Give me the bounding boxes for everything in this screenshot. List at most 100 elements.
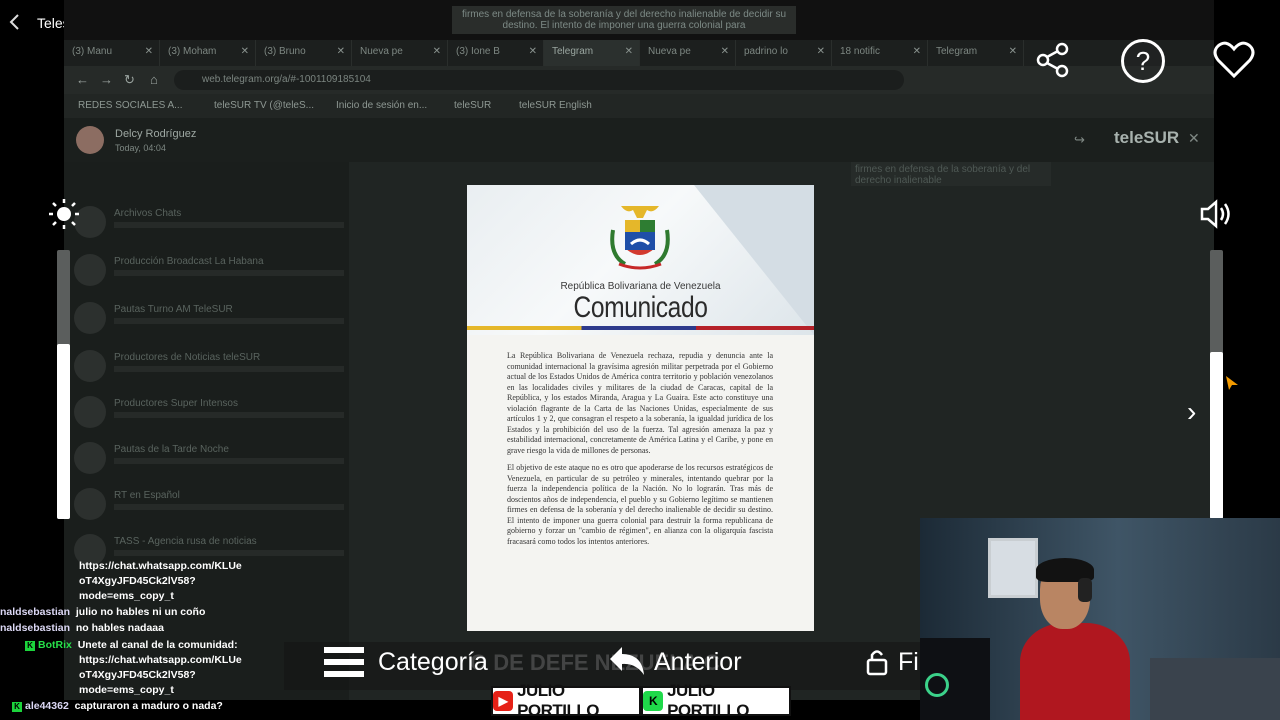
chat-preview [114,222,344,228]
stream-chat-overlay: https://chat.whatsapp.com/KLUe oT4XgyJFD… [0,558,330,720]
telesur-logo: teleSUR [1114,128,1180,147]
chat-username: naldsebastian [0,606,71,618]
tab-7[interactable]: Nueva pe ✕ [640,40,736,66]
forward-arrow-icon[interactable]: → [100,72,113,87]
close-icon[interactable]: ✕ [241,46,249,66]
close-icon[interactable]: ✕ [817,46,825,66]
bookmark-telesur-tv[interactable]: teleSUR TV (@teleS... [214,100,314,111]
youtube-brand: ▶ JULIO PORTILLO [491,681,641,720]
chat-name: Productores Super Intensos [114,398,238,409]
media-viewer-header: Delcy Rodríguez Today, 04:04 ↪ teleSUR ✕ [64,118,1214,162]
close-icon[interactable]: ✕ [337,46,345,66]
share-icon[interactable] [1036,42,1070,78]
category-label: Categoría [378,647,488,676]
chat-preview [114,318,344,324]
chat-preview [114,270,344,276]
url-bar[interactable]: web.telegram.org/a/#-1001109185104 [174,70,904,90]
chat-line: K BotRix Unete al canal de la comunidad: [25,639,238,651]
avatar [74,396,106,428]
back-arrow-icon[interactable]: ← [76,72,89,87]
help-icon[interactable]: ? [1121,39,1165,83]
volume-slider[interactable] [1210,250,1223,519]
chat-preview [114,504,344,510]
fi-button[interactable]: Fi [866,644,919,680]
message-time: Today, 04:04 [115,143,166,153]
back-icon[interactable] [8,12,22,32]
chat-text: https://chat.whatsapp.com/KLUe [79,654,242,666]
list-item[interactable]: Pautas de la Tarde Noche [74,440,344,480]
chat-line: oT4XgyJFD45Ck2lV58? [79,669,196,681]
avatar [76,126,104,154]
brightness-slider-fill [57,344,70,519]
tab-label: (3) Ione B [456,46,500,57]
tab-3[interactable]: (3) Bruno ✕ [256,40,352,66]
document-paragraph: La República Bolivariana de Venezuela re… [507,351,773,455]
close-icon[interactable]: ✕ [1009,46,1017,66]
close-icon[interactable]: ✕ [145,46,153,66]
close-icon[interactable]: ✕ [625,46,633,66]
close-icon[interactable]: ✕ [913,46,921,66]
document-body: La República Bolivariana de Venezuela re… [507,351,773,554]
chat-line: mode=ems_copy_t [79,684,174,696]
menu-icon [324,647,364,677]
avatar [74,442,106,474]
bookmark-telesur[interactable]: teleSUR [454,100,491,111]
reload-icon[interactable]: ↻ [124,72,135,88]
category-button[interactable]: Categoría [324,644,488,680]
tab-10[interactable]: Telegram ✕ [928,40,1024,66]
home-icon[interactable]: ⌂ [150,72,158,87]
kick-badge-icon: K [25,641,35,651]
volume-icon[interactable] [1198,196,1234,232]
previous-button[interactable]: Anterior [606,644,742,680]
tab-4[interactable]: Nueva pe ✕ [352,40,448,66]
mouse-cursor-icon [1226,376,1238,390]
chat-name: Pautas de la Tarde Noche [114,444,229,455]
chevron-right-icon[interactable]: › [1187,396,1196,428]
forward-icon[interactable]: ↪ [1074,132,1085,148]
brightness-slider[interactable] [57,250,70,519]
tab-label: padrino lo [744,46,788,57]
tab-2[interactable]: (3) Moham ✕ [160,40,256,66]
close-icon[interactable]: ✕ [529,46,537,66]
list-item[interactable]: Productores de Noticias teleSUR [74,348,344,388]
kick-brand: K JULIO PORTILLO [641,681,791,720]
document-title: Comunicado [573,291,708,324]
bookmark-redes[interactable]: REDES SOCIALES A... [78,100,182,111]
webcam-person-shirt [1020,623,1130,720]
brightness-icon[interactable] [48,198,80,230]
document-header: República Bolivariana de Venezuela Comun… [467,185,814,335]
list-item[interactable]: Pautas Turno AM TeleSUR [74,300,344,340]
tab-label: (3) Manu [72,46,113,57]
heart-icon[interactable] [1212,40,1256,80]
close-icon[interactable]: ✕ [1188,130,1200,147]
tab-9[interactable]: 18 notific ✕ [832,40,928,66]
list-item[interactable]: RT en Español [74,486,344,526]
bookmark-inicio-sesion[interactable]: Inicio de sesión en... [336,100,427,111]
tab-label: Nueva pe [648,46,691,57]
chat-text: oT4XgyJFD45Ck2lV58? [79,575,196,587]
chat-text: mode=ems_copy_t [79,590,174,602]
bleed-note: firmes en defensa de la soberanía y del … [452,6,796,34]
tab-6[interactable]: Telegram ✕ [544,40,640,66]
chat-preview [114,412,344,418]
avatar [74,254,106,286]
close-icon[interactable]: ✕ [433,46,441,66]
chat-preview [114,550,344,556]
list-item[interactable]: Producción Broadcast La Habana [74,252,344,292]
chat-username: naldsebastian [0,622,71,634]
list-item[interactable]: Productores Super Intensos [74,394,344,434]
avatar [74,488,106,520]
tab-1[interactable]: (3) Manu ✕ [64,40,160,66]
bookmark-telesur-english[interactable]: teleSUR English [519,100,592,111]
volume-slider-fill [1210,352,1223,519]
lock-icon [866,650,888,676]
tab-5[interactable]: (3) Ione B ✕ [448,40,544,66]
chat-line: naldsebastian julio no hables ni un coño [0,606,205,618]
chat-text: oT4XgyJFD45Ck2lV58? [79,669,196,681]
communique-document: República Bolivariana de Venezuela Comun… [467,185,814,631]
close-icon[interactable]: ✕ [721,46,729,66]
webcam-bed [1150,658,1280,720]
kick-logo-icon: K [643,691,664,711]
list-item[interactable]: Archivos Chats [74,204,344,244]
tab-8[interactable]: padrino lo ✕ [736,40,832,66]
